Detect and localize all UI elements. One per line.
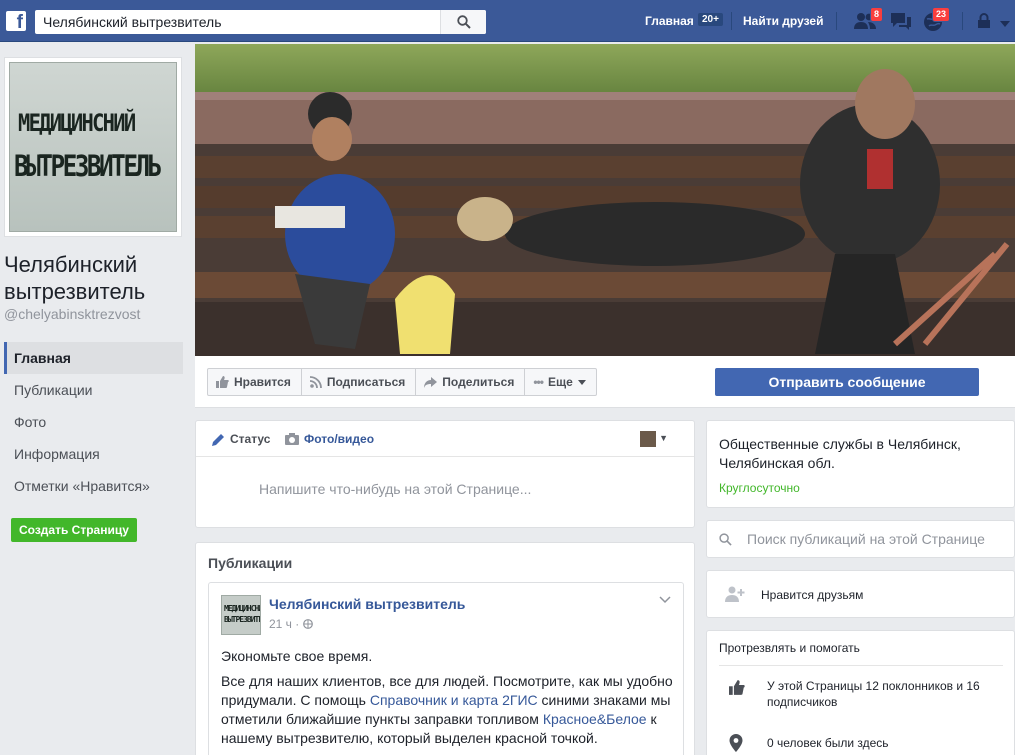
- posts-section-title: Публикации: [208, 555, 293, 571]
- post-composer: Статус Фото/видео ▼ Напишите что-нибудь …: [195, 420, 695, 528]
- share-icon: [424, 376, 438, 388]
- pencil-icon: [212, 433, 224, 446]
- posts-section: Публикации МЕДИЦИНСНИЙ ВЫТРЕЗВИТЕЛЬ Челя…: [195, 542, 695, 755]
- like-button-label: Нравится: [234, 375, 291, 389]
- left-nav-item-about[interactable]: Информация: [4, 438, 183, 470]
- caret-down-icon: [577, 379, 586, 385]
- search-box: [35, 10, 486, 34]
- divider: [719, 665, 1003, 666]
- add-friend-icon: [725, 586, 745, 602]
- search-icon: [719, 533, 732, 546]
- post-author-name[interactable]: Челябинский вытрезвитель: [269, 596, 465, 612]
- search-input[interactable]: [35, 10, 437, 34]
- create-page-button[interactable]: Создать Страницу: [11, 518, 137, 542]
- search-icon: [457, 15, 471, 29]
- post-author-avatar[interactable]: МЕДИЦИНСНИЙ ВЫТРЕЗВИТЕЛЬ: [221, 595, 261, 635]
- caret-down-icon[interactable]: ▼: [659, 433, 668, 443]
- page-action-bar: Нравится Подписаться Поделиться ••• Еще …: [195, 356, 1015, 408]
- send-message-button[interactable]: Отправить сообщение: [715, 368, 979, 396]
- composer-tab-status-label: Статус: [230, 432, 271, 446]
- post-time-text: 21 ч ·: [269, 617, 300, 631]
- thumbs-up-icon: [729, 680, 745, 695]
- cover-photo[interactable]: [195, 44, 1015, 356]
- rss-icon: [309, 376, 322, 388]
- checkins-count: 0 человек были здесь: [767, 736, 889, 750]
- messages-button[interactable]: [889, 11, 911, 31]
- community-card: Протрезвлять и помогать У этой Страницы …: [706, 630, 1015, 755]
- nav-divider: [962, 12, 963, 30]
- more-button-label: Еще: [547, 375, 573, 389]
- nav-home-link[interactable]: Главная: [645, 14, 694, 28]
- post-link-krasnoe-beloe[interactable]: Красное&Белое: [543, 711, 647, 727]
- nav-find-friends-link[interactable]: Найти друзей: [743, 14, 823, 28]
- friend-requests-badge: 8: [870, 7, 884, 22]
- like-button[interactable]: Нравится: [208, 369, 302, 395]
- page-username[interactable]: @chelyabinsktrezvost: [4, 306, 140, 322]
- nav-divider: [731, 12, 732, 30]
- account-menu-button[interactable]: [1000, 17, 1012, 37]
- notifications-badge: 23: [932, 7, 951, 22]
- post-timestamp[interactable]: 21 ч ·: [269, 617, 313, 631]
- post-avatar-text: МЕДИЦИНСНИЙ ВЫТРЕЗВИТЕЛЬ: [224, 604, 260, 624]
- globe-icon: [302, 619, 313, 629]
- opening-hours: Круглосуточно: [719, 481, 800, 495]
- page-left-nav: Главная Публикации Фото Информация Отмет…: [4, 342, 183, 502]
- search-button[interactable]: [440, 10, 486, 34]
- cover-photo-image: [195, 44, 1015, 356]
- privacy-shortcuts-button[interactable]: [977, 13, 993, 33]
- post-body: Экономьте свое время. Все для наших клие…: [221, 647, 681, 754]
- friends-like-label: Нравится друзьям: [761, 588, 864, 602]
- share-button[interactable]: Поделиться: [416, 369, 526, 395]
- more-button[interactable]: ••• Еще: [525, 369, 595, 395]
- share-button-label: Поделиться: [442, 375, 515, 389]
- page-title[interactable]: Челябинский вытрезвитель: [4, 251, 186, 305]
- page-post-search[interactable]: Поиск публикаций на этой Странице: [706, 520, 1015, 558]
- community-title: Протрезвлять и помогать: [719, 641, 860, 655]
- caret-down-icon: [1000, 21, 1010, 27]
- friends-like-card[interactable]: Нравится друзьям: [706, 570, 1015, 618]
- left-nav-item-likes[interactable]: Отметки «Нравится»: [4, 470, 183, 502]
- notifications-button[interactable]: 23: [923, 7, 951, 31]
- composer-tab-photo[interactable]: Фото/видео: [285, 432, 374, 446]
- profile-picture-image: МЕДИЦИНСНИЙ ВЫТРЕЗВИТЕЛЬ: [9, 62, 177, 232]
- post-options-chevron-icon[interactable]: [659, 595, 671, 607]
- left-nav-item-photos[interactable]: Фото: [4, 406, 183, 438]
- composer-input[interactable]: Напишите что-нибудь на этой Странице...: [259, 481, 531, 497]
- page-post-search-input[interactable]: Поиск публикаций на этой Странице: [747, 531, 985, 547]
- composer-avatar[interactable]: [640, 431, 656, 447]
- left-nav-item-posts[interactable]: Публикации: [4, 374, 183, 406]
- friend-requests-button[interactable]: 8: [853, 7, 884, 31]
- lock-icon: [978, 13, 990, 28]
- facebook-logo-icon[interactable]: f: [6, 11, 26, 31]
- follow-button-label: Подписаться: [326, 375, 406, 389]
- follow-button[interactable]: Подписаться: [302, 369, 417, 395]
- profile-picture-text: МЕДИЦИНСНИЙ: [18, 109, 136, 137]
- thumbs-up-icon: [216, 376, 229, 388]
- composer-tab-photo-label: Фото/видео: [304, 432, 375, 446]
- left-nav-item-home[interactable]: Главная: [4, 342, 183, 374]
- page-category[interactable]: Общественные службы в Челябинск, Челябин…: [719, 435, 1009, 473]
- nav-divider: [836, 12, 837, 30]
- page-profile-picture[interactable]: МЕДИЦИНСНИЙ ВЫТРЕЗВИТЕЛЬ: [4, 57, 182, 237]
- more-dots-icon: •••: [533, 375, 544, 389]
- camera-icon: [285, 433, 299, 445]
- map-pin-icon: [729, 734, 743, 752]
- profile-picture-text: ВЫТРЕЗВИТЕЛЬ: [14, 149, 162, 183]
- page-action-buttons: Нравится Подписаться Поделиться ••• Еще: [207, 368, 597, 396]
- post-link-2gis[interactable]: Справочник и карта 2ГИС: [370, 692, 538, 708]
- page-info-card: Общественные службы в Челябинск, Челябин…: [706, 420, 1015, 508]
- composer-tab-status[interactable]: Статус: [212, 432, 270, 446]
- feed-post: МЕДИЦИНСНИЙ ВЫТРЕЗВИТЕЛЬ Челябинский выт…: [208, 582, 684, 755]
- composer-tabs: Статус Фото/видео ▼: [196, 421, 694, 457]
- top-bar: f Главная 20+ Найти друзей 8 23: [0, 0, 1015, 42]
- post-paragraph: Экономьте свое время.: [221, 648, 373, 664]
- home-count-badge: 20+: [698, 13, 723, 26]
- post-paragraph: Все для наших клиентов, все для людей. П…: [221, 672, 681, 748]
- page-likes-stats[interactable]: У этой Страницы 12 поклонников и 16 подп…: [767, 678, 997, 710]
- messages-icon: [891, 13, 911, 30]
